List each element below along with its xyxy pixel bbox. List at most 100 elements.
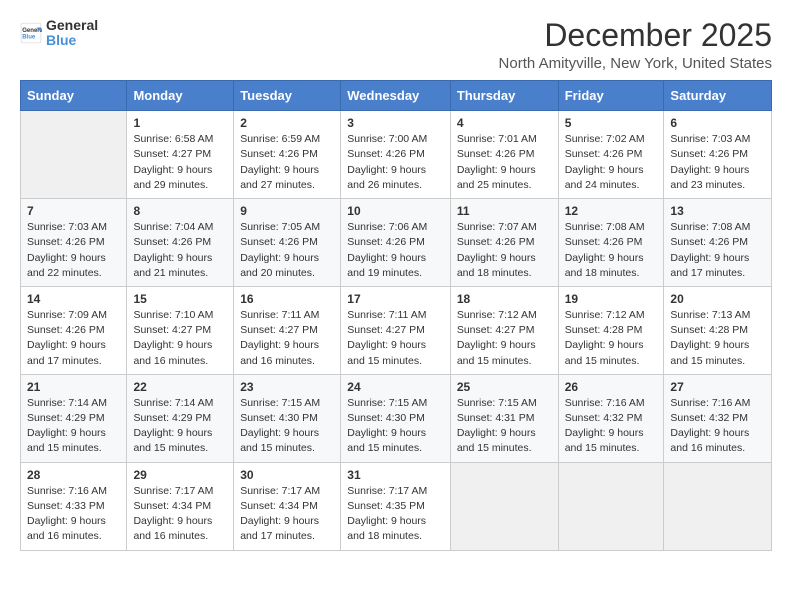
- cell-day-number: 30: [240, 468, 334, 482]
- header-day-saturday: Saturday: [664, 81, 772, 111]
- calendar-header-row: SundayMondayTuesdayWednesdayThursdayFrid…: [21, 81, 772, 111]
- cell-detail: Sunrise: 7:17 AMSunset: 4:34 PMDaylight:…: [240, 484, 334, 545]
- cell-detail: Sunrise: 7:13 AMSunset: 4:28 PMDaylight:…: [670, 308, 765, 369]
- cell-day-number: 2: [240, 116, 334, 130]
- cell-day-number: 26: [565, 380, 658, 394]
- calendar-cell: 30 Sunrise: 7:17 AMSunset: 4:34 PMDayligh…: [234, 462, 341, 550]
- calendar-cell: 17 Sunrise: 7:11 AMSunset: 4:27 PMDayligh…: [341, 286, 451, 374]
- cell-detail: Sunrise: 7:15 AMSunset: 4:31 PMDaylight:…: [457, 396, 552, 457]
- cell-detail: Sunrise: 7:01 AMSunset: 4:26 PMDaylight:…: [457, 132, 552, 193]
- cell-day-number: 10: [347, 204, 444, 218]
- calendar-cell: 14 Sunrise: 7:09 AMSunset: 4:26 PMDayligh…: [21, 286, 127, 374]
- calendar-cell: 21 Sunrise: 7:14 AMSunset: 4:29 PMDayligh…: [21, 374, 127, 462]
- cell-day-number: 11: [457, 204, 552, 218]
- cell-detail: Sunrise: 7:08 AMSunset: 4:26 PMDaylight:…: [565, 220, 658, 281]
- cell-detail: Sunrise: 7:16 AMSunset: 4:32 PMDaylight:…: [565, 396, 658, 457]
- cell-detail: Sunrise: 7:03 AMSunset: 4:26 PMDaylight:…: [670, 132, 765, 193]
- svg-text:Blue: Blue: [22, 35, 36, 41]
- cell-day-number: 9: [240, 204, 334, 218]
- cell-day-number: 5: [565, 116, 658, 130]
- cell-detail: Sunrise: 7:03 AMSunset: 4:26 PMDaylight:…: [27, 220, 120, 281]
- calendar-cell: 19 Sunrise: 7:12 AMSunset: 4:28 PMDayligh…: [558, 286, 664, 374]
- cell-detail: Sunrise: 7:12 AMSunset: 4:27 PMDaylight:…: [457, 308, 552, 369]
- main-title: December 2025: [499, 18, 772, 53]
- logo-blue: Blue: [46, 33, 98, 48]
- cell-day-number: 20: [670, 292, 765, 306]
- calendar-cell: 5Sunrise: 7:02 AMSunset: 4:26 PMDaylight…: [558, 111, 664, 199]
- calendar-cell: 18 Sunrise: 7:12 AMSunset: 4:27 PMDayligh…: [450, 286, 558, 374]
- calendar-week-row: 14 Sunrise: 7:09 AMSunset: 4:26 PMDayligh…: [21, 286, 772, 374]
- calendar-cell: [21, 111, 127, 199]
- calendar-cell: 2Sunrise: 6:59 AMSunset: 4:26 PMDaylight…: [234, 111, 341, 199]
- header-day-sunday: Sunday: [21, 81, 127, 111]
- calendar-cell: 31 Sunrise: 7:17 AMSunset: 4:35 PMDayligh…: [341, 462, 451, 550]
- title-block: December 2025 North Amityville, New York…: [499, 18, 772, 72]
- cell-day-number: 24: [347, 380, 444, 394]
- calendar-cell: [558, 462, 664, 550]
- cell-day-number: 13: [670, 204, 765, 218]
- calendar-cell: 13 Sunrise: 7:08 AMSunset: 4:26 PMDayligh…: [664, 199, 772, 287]
- calendar-cell: 16 Sunrise: 7:11 AMSunset: 4:27 PMDayligh…: [234, 286, 341, 374]
- header-day-wednesday: Wednesday: [341, 81, 451, 111]
- calendar-week-row: 7 Sunrise: 7:03 AMSunset: 4:26 PMDaylight…: [21, 199, 772, 287]
- header-day-thursday: Thursday: [450, 81, 558, 111]
- calendar-cell: 26 Sunrise: 7:16 AMSunset: 4:32 PMDayligh…: [558, 374, 664, 462]
- cell-detail: Sunrise: 7:16 AMSunset: 4:33 PMDaylight:…: [27, 484, 120, 545]
- calendar-cell: 6Sunrise: 7:03 AMSunset: 4:26 PMDaylight…: [664, 111, 772, 199]
- cell-day-number: 27: [670, 380, 765, 394]
- cell-detail: Sunrise: 7:16 AMSunset: 4:32 PMDaylight:…: [670, 396, 765, 457]
- page: General Blue General Blue December 2025 …: [0, 0, 792, 612]
- cell-day-number: 18: [457, 292, 552, 306]
- cell-detail: Sunrise: 6:58 AMSunset: 4:27 PMDaylight:…: [133, 132, 227, 193]
- cell-day-number: 7: [27, 204, 120, 218]
- calendar-cell: 27 Sunrise: 7:16 AMSunset: 4:32 PMDayligh…: [664, 374, 772, 462]
- cell-detail: Sunrise: 7:11 AMSunset: 4:27 PMDaylight:…: [347, 308, 444, 369]
- cell-detail: Sunrise: 7:09 AMSunset: 4:26 PMDaylight:…: [27, 308, 120, 369]
- calendar-cell: 4 Sunrise: 7:01 AMSunset: 4:26 PMDaylight…: [450, 111, 558, 199]
- calendar-cell: 25 Sunrise: 7:15 AMSunset: 4:31 PMDayligh…: [450, 374, 558, 462]
- cell-detail: Sunrise: 7:15 AMSunset: 4:30 PMDaylight:…: [347, 396, 444, 457]
- cell-detail: Sunrise: 7:06 AMSunset: 4:26 PMDaylight:…: [347, 220, 444, 281]
- cell-day-number: 28: [27, 468, 120, 482]
- cell-detail: Sunrise: 7:17 AMSunset: 4:35 PMDaylight:…: [347, 484, 444, 545]
- logo: General Blue General Blue: [20, 18, 98, 49]
- cell-detail: Sunrise: 7:14 AMSunset: 4:29 PMDaylight:…: [27, 396, 120, 457]
- calendar-cell: 23Sunrise: 7:15 AMSunset: 4:30 PMDayligh…: [234, 374, 341, 462]
- cell-day-number: 14: [27, 292, 120, 306]
- cell-detail: Sunrise: 7:04 AMSunset: 4:26 PMDaylight:…: [133, 220, 227, 281]
- cell-detail: Sunrise: 7:05 AMSunset: 4:26 PMDaylight:…: [240, 220, 334, 281]
- cell-day-number: 31: [347, 468, 444, 482]
- cell-day-number: 16: [240, 292, 334, 306]
- cell-day-number: 25: [457, 380, 552, 394]
- cell-detail: Sunrise: 7:11 AMSunset: 4:27 PMDaylight:…: [240, 308, 334, 369]
- calendar-cell: 22Sunrise: 7:14 AMSunset: 4:29 PMDayligh…: [127, 374, 234, 462]
- cell-day-number: 8: [133, 204, 227, 218]
- calendar-cell: [664, 462, 772, 550]
- cell-detail: Sunrise: 7:12 AMSunset: 4:28 PMDaylight:…: [565, 308, 658, 369]
- cell-detail: Sunrise: 7:08 AMSunset: 4:26 PMDaylight:…: [670, 220, 765, 281]
- cell-detail: Sunrise: 7:10 AMSunset: 4:27 PMDaylight:…: [133, 308, 227, 369]
- calendar-cell: 9 Sunrise: 7:05 AMSunset: 4:26 PMDaylight…: [234, 199, 341, 287]
- calendar-week-row: 28 Sunrise: 7:16 AMSunset: 4:33 PMDayligh…: [21, 462, 772, 550]
- cell-day-number: 1: [133, 116, 227, 130]
- header-day-tuesday: Tuesday: [234, 81, 341, 111]
- calendar-cell: 12Sunrise: 7:08 AMSunset: 4:26 PMDayligh…: [558, 199, 664, 287]
- cell-day-number: 19: [565, 292, 658, 306]
- calendar-cell: 1 Sunrise: 6:58 AMSunset: 4:27 PMDaylight…: [127, 111, 234, 199]
- calendar-cell: 10 Sunrise: 7:06 AMSunset: 4:26 PMDayligh…: [341, 199, 451, 287]
- calendar-cell: 28 Sunrise: 7:16 AMSunset: 4:33 PMDayligh…: [21, 462, 127, 550]
- cell-day-number: 21: [27, 380, 120, 394]
- calendar-cell: 15Sunrise: 7:10 AMSunset: 4:27 PMDayligh…: [127, 286, 234, 374]
- calendar-cell: 29Sunrise: 7:17 AMSunset: 4:34 PMDayligh…: [127, 462, 234, 550]
- cell-day-number: 17: [347, 292, 444, 306]
- calendar-cell: 20 Sunrise: 7:13 AMSunset: 4:28 PMDayligh…: [664, 286, 772, 374]
- cell-detail: Sunrise: 7:15 AMSunset: 4:30 PMDaylight:…: [240, 396, 334, 457]
- cell-detail: Sunrise: 7:00 AMSunset: 4:26 PMDaylight:…: [347, 132, 444, 193]
- calendar-week-row: 21 Sunrise: 7:14 AMSunset: 4:29 PMDayligh…: [21, 374, 772, 462]
- calendar-cell: 8 Sunrise: 7:04 AMSunset: 4:26 PMDaylight…: [127, 199, 234, 287]
- calendar-week-row: 1 Sunrise: 6:58 AMSunset: 4:27 PMDaylight…: [21, 111, 772, 199]
- cell-day-number: 4: [457, 116, 552, 130]
- logo-icon: General Blue: [20, 22, 42, 44]
- logo-general: General: [46, 18, 98, 33]
- calendar-cell: 24 Sunrise: 7:15 AMSunset: 4:30 PMDayligh…: [341, 374, 451, 462]
